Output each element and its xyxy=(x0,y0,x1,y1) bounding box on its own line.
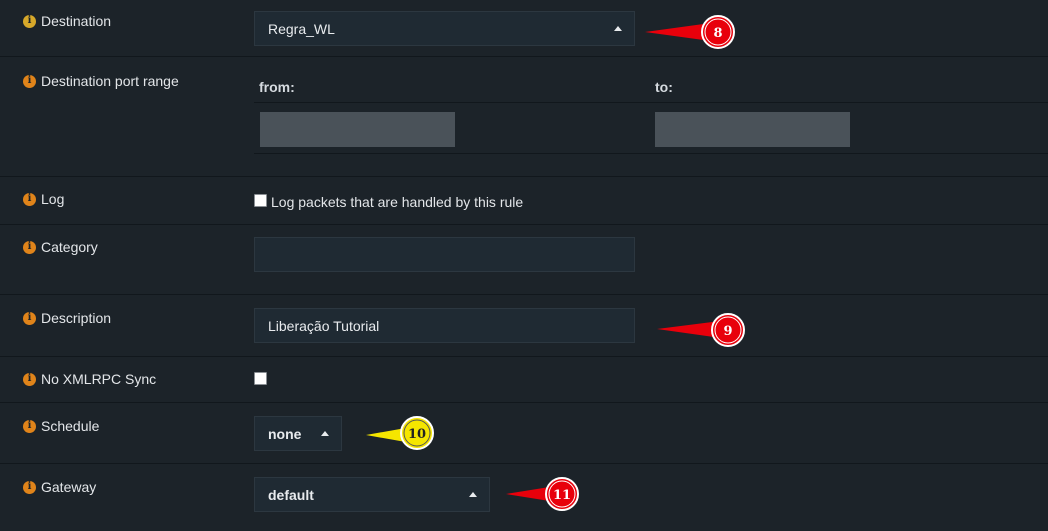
to-label: to: xyxy=(655,79,673,95)
row-divider xyxy=(0,402,1048,403)
callout-8-number: 8 xyxy=(713,26,722,41)
sub-divider xyxy=(254,102,1048,103)
row-divider xyxy=(0,356,1048,357)
sub-divider xyxy=(254,153,1048,154)
gateway-select[interactable]: default xyxy=(254,477,490,512)
port-to-input[interactable] xyxy=(655,112,850,147)
description-input[interactable]: Liberação Tutorial xyxy=(254,308,635,343)
caret-up-icon xyxy=(469,491,477,497)
port-range-label: i Destination port range xyxy=(23,73,179,89)
destination-select[interactable]: Regra_WL xyxy=(254,11,635,46)
port-from-input[interactable] xyxy=(260,112,455,147)
row-divider xyxy=(0,463,1048,464)
caret-up-icon xyxy=(321,430,329,436)
callout-10-number: 10 xyxy=(408,427,426,442)
category-input[interactable] xyxy=(254,237,635,272)
callout-11-number: 11 xyxy=(553,488,571,503)
category-label: i Category xyxy=(23,239,98,255)
no-xmlrpc-checkbox[interactable] xyxy=(254,372,267,385)
callout-10: 10 xyxy=(366,416,434,450)
info-icon[interactable]: i xyxy=(23,372,36,386)
destination-label: i Destination xyxy=(23,13,111,29)
log-label: i Log xyxy=(23,191,64,207)
row-divider xyxy=(0,224,1048,225)
info-icon[interactable]: i xyxy=(23,480,36,494)
description-label: i Description xyxy=(23,310,111,326)
callout-9: 9 xyxy=(657,313,745,347)
row-divider xyxy=(0,56,1048,57)
row-divider xyxy=(0,294,1048,295)
schedule-select[interactable]: none xyxy=(254,416,342,451)
no-xmlrpc-label: i No XMLRPC Sync xyxy=(23,371,156,387)
info-icon[interactable]: i xyxy=(23,74,36,88)
info-icon[interactable]: i xyxy=(23,419,36,433)
callout-9-number: 9 xyxy=(723,324,732,339)
callout-8: 8 xyxy=(645,15,735,49)
info-icon[interactable]: i xyxy=(23,240,36,254)
schedule-label: i Schedule xyxy=(23,418,99,434)
info-icon[interactable]: i xyxy=(23,192,36,206)
caret-up-icon xyxy=(614,25,622,31)
info-icon[interactable]: i xyxy=(23,14,36,28)
callout-11: 11 xyxy=(506,477,579,511)
log-checkbox[interactable] xyxy=(254,194,267,207)
log-checkbox-label[interactable]: Log packets that are handled by this rul… xyxy=(271,194,523,210)
info-icon[interactable]: i xyxy=(23,311,36,325)
row-divider xyxy=(0,176,1048,177)
from-label: from: xyxy=(259,79,295,95)
gateway-label: i Gateway xyxy=(23,479,96,495)
